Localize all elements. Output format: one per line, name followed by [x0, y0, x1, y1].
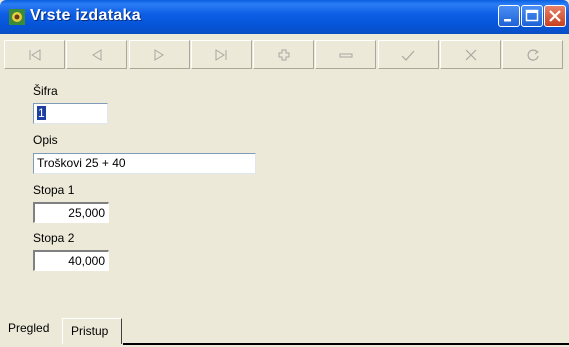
cancel-edit-button[interactable] — [440, 40, 502, 69]
refresh-icon — [527, 49, 539, 61]
close-button[interactable] — [544, 5, 566, 27]
delete-icon — [339, 53, 353, 57]
window: Vrste izdataka Šifra 1 Opis Troškovi 25 … — [0, 0, 569, 347]
tab-pregled[interactable]: Pregled — [8, 321, 49, 335]
stopa1-label: Stopa 1 — [33, 183, 75, 197]
sifra-field[interactable]: 1 — [33, 103, 108, 124]
first-record-button[interactable] — [4, 40, 65, 69]
stopa2-field[interactable]: 40,000 — [33, 250, 109, 271]
sifra-value: 1 — [37, 106, 46, 120]
stopa2-label: Stopa 2 — [33, 231, 75, 245]
first-icon — [29, 48, 40, 61]
app-icon — [9, 9, 25, 25]
post-icon — [401, 50, 415, 61]
cancel-icon — [465, 49, 477, 60]
post-record-button[interactable] — [377, 40, 439, 69]
prior-icon — [91, 48, 102, 61]
sifra-label: Šifra — [33, 84, 58, 98]
last-record-button[interactable] — [190, 40, 252, 69]
minimize-button[interactable] — [498, 5, 520, 27]
prior-record-button[interactable] — [66, 40, 128, 69]
tab-pristup[interactable]: Pristup — [71, 324, 108, 338]
minimize-icon — [504, 19, 511, 22]
tab-baseline — [123, 343, 569, 345]
maximize-icon — [525, 9, 539, 22]
refresh-button[interactable] — [502, 40, 564, 69]
delete-record-button[interactable] — [315, 40, 377, 69]
insert-record-button[interactable] — [253, 40, 315, 69]
navigator-toolbar — [4, 40, 565, 69]
next-icon — [154, 48, 165, 61]
opis-label: Opis — [33, 133, 58, 147]
next-record-button[interactable] — [128, 40, 190, 69]
insert-icon — [278, 49, 290, 60]
window-title: Vrste izdataka — [30, 7, 141, 24]
close-icon — [549, 10, 561, 22]
stopa1-field[interactable]: 25,000 — [33, 202, 109, 223]
last-icon — [215, 48, 227, 61]
maximize-button[interactable] — [521, 5, 543, 27]
title-bar[interactable]: Vrste izdataka — [0, 0, 569, 34]
opis-field[interactable]: Troškovi 25 + 40 — [33, 153, 256, 174]
